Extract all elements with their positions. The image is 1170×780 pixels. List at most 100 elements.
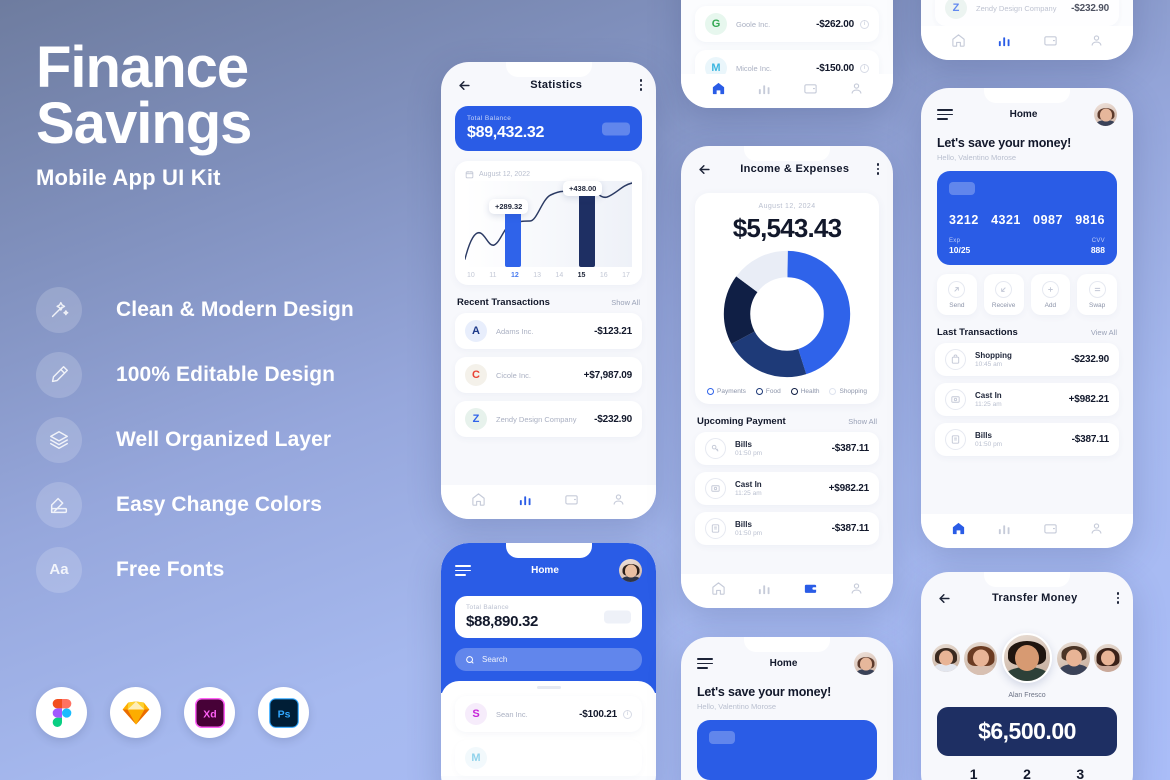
nav-home[interactable] — [471, 492, 486, 512]
screen-home-card: Home Let's save your money! Hello, Valen… — [921, 88, 1133, 548]
nav-home[interactable] — [711, 581, 726, 601]
list-item[interactable]: S Sean Inc. -$100.21 i — [455, 696, 642, 732]
contacts-carousel — [921, 627, 1133, 689]
nav-wallet[interactable] — [803, 81, 818, 101]
table-row[interactable]: A Adams Inc. -$123.21 — [455, 313, 642, 349]
chart-bar-15[interactable] — [579, 184, 595, 267]
payment-amount: -$387.11 — [831, 443, 870, 454]
menu-icon[interactable] — [937, 108, 953, 121]
list-item[interactable]: Shopping 10:45 am -$232.90 — [935, 343, 1119, 376]
feature-item-clean-modern-design: Clean & Modern Design — [36, 277, 436, 342]
keypad-key-1[interactable]: 1 — [970, 766, 978, 780]
transaction-amount: -$123.21 — [594, 325, 632, 337]
feature-item-organized-layer: Well Organized Layer — [36, 407, 436, 472]
nav-statistics[interactable] — [518, 492, 533, 512]
nav-home[interactable] — [951, 521, 966, 541]
more-options-icon[interactable] — [639, 79, 642, 91]
screen-statistics-partial: Z Zendy Design Company -$232.90 — [921, 0, 1133, 60]
transactions-list: S Sean Inc. -$100.21 i M — [441, 696, 656, 776]
send-button[interactable]: Send — [937, 274, 977, 315]
show-all-link[interactable]: Show All — [848, 417, 877, 426]
list-item[interactable]: Bills 01:50 pm -$387.11 — [695, 512, 879, 545]
more-options-icon[interactable] — [876, 163, 879, 175]
nav-profile[interactable] — [1089, 521, 1104, 541]
search-input[interactable]: Search — [455, 648, 642, 671]
more-options-icon[interactable] — [1116, 592, 1119, 604]
contact-avatar[interactable] — [932, 644, 960, 672]
keypad-key-3[interactable]: 3 — [1076, 766, 1084, 780]
back-arrow-icon[interactable] — [455, 76, 473, 94]
back-arrow-icon[interactable] — [935, 589, 953, 607]
nav-wallet[interactable] — [564, 492, 579, 512]
action-label: Send — [949, 302, 965, 309]
list-item[interactable]: G Goole Inc. -$262.00 i — [695, 6, 879, 42]
nav-profile[interactable] — [611, 492, 626, 512]
card-number-part: 9816 — [1075, 213, 1105, 227]
nav-profile[interactable] — [849, 81, 864, 101]
greeting-title: Let's save your money! — [937, 136, 1072, 150]
nav-profile[interactable] — [849, 581, 864, 601]
nav-home[interactable] — [711, 81, 726, 101]
nav-wallet[interactable] — [1043, 33, 1058, 53]
nav-statistics[interactable] — [757, 581, 772, 601]
transaction-amount: -$232.90 — [1071, 2, 1109, 14]
list-item[interactable]: M — [455, 740, 642, 776]
transactions-sheet: S Sean Inc. -$100.21 i M — [441, 681, 656, 776]
nav-wallet[interactable] — [803, 581, 818, 601]
menu-icon[interactable] — [455, 564, 471, 577]
add-button[interactable]: Add — [1030, 274, 1071, 315]
list-item[interactable]: Cast In 11:25 am +$982.21 — [695, 472, 879, 505]
avatar[interactable] — [1094, 103, 1117, 126]
info-icon[interactable]: i — [860, 19, 869, 29]
payment-amount: -$387.11 — [831, 523, 870, 534]
table-row[interactable]: C Cicole Inc. +$7,987.09 — [455, 357, 642, 393]
feature-label: Well Organized Layer — [116, 427, 332, 451]
list-item[interactable]: Z Zendy Design Company -$232.90 — [935, 0, 1119, 26]
contact-avatar[interactable] — [964, 641, 997, 675]
sheet-handle[interactable] — [536, 686, 561, 689]
last-transactions-list: Shopping 10:45 am -$232.90 Cast In 11:25… — [921, 343, 1133, 456]
chart-date-row[interactable]: August 12, 2022 — [465, 170, 632, 179]
nav-statistics[interactable] — [997, 521, 1012, 541]
zendy-logo-icon: Z — [465, 408, 487, 430]
screen-home-plain: Home Let's save your money! Hello, Valen… — [681, 637, 893, 780]
nav-statistics[interactable] — [757, 81, 772, 101]
total-balance-card[interactable]: Total Balance $89,432.32 — [455, 106, 642, 151]
view-all-link[interactable]: View All — [1091, 328, 1117, 337]
keypad-key-2[interactable]: 2 — [1023, 766, 1031, 780]
credit-card[interactable] — [697, 720, 877, 780]
back-arrow-icon[interactable] — [695, 160, 713, 178]
contact-avatar[interactable] — [1057, 641, 1090, 675]
bottom-nav — [921, 514, 1133, 548]
cvv-label: CVV — [1091, 238, 1105, 244]
list-item[interactable]: Bills 01:50 pm -$387.11 — [695, 432, 879, 465]
nav-profile[interactable] — [1089, 33, 1104, 53]
total-balance-card[interactable]: Total Balance $88,890.32 — [455, 596, 642, 638]
table-row[interactable]: Z Zendy Design Company -$232.90 — [455, 401, 642, 437]
chart-bar-12[interactable] — [505, 205, 521, 267]
chart-legend: Payments Food Health Shopping — [705, 388, 869, 395]
numeric-keypad: 1 2 3 — [921, 766, 1133, 780]
list-item[interactable]: Bills 01:50 pm -$387.11 — [935, 423, 1119, 456]
receive-button[interactable]: Receive — [983, 274, 1024, 315]
bill-icon — [705, 518, 726, 539]
legend-label: Shopping — [839, 388, 867, 395]
info-icon[interactable]: i — [623, 709, 632, 719]
transaction-name: Cast In — [975, 391, 1002, 400]
menu-icon[interactable] — [697, 657, 713, 670]
list-item[interactable]: Cast In 11:25 am +$982.21 — [935, 383, 1119, 416]
contact-avatar-selected[interactable] — [1002, 633, 1052, 683]
nav-home[interactable] — [951, 33, 966, 53]
show-all-link[interactable]: Show All — [611, 298, 640, 307]
credit-card[interactable]: 3212 4321 0987 9816 Exp 10/25 CVV 888 — [937, 171, 1117, 265]
contact-avatar[interactable] — [1094, 644, 1122, 672]
feature-label: 100% Editable Design — [116, 362, 336, 386]
swap-button[interactable]: Swap — [1077, 274, 1117, 315]
info-icon[interactable]: i — [860, 63, 869, 73]
transfer-amount[interactable]: $6,500.00 — [937, 707, 1117, 756]
avatar[interactable] — [619, 559, 642, 582]
avatar[interactable] — [854, 652, 877, 675]
nav-statistics[interactable] — [997, 33, 1012, 53]
nav-wallet[interactable] — [1043, 521, 1058, 541]
card-number-group: 3212 4321 0987 9816 — [949, 213, 1105, 227]
